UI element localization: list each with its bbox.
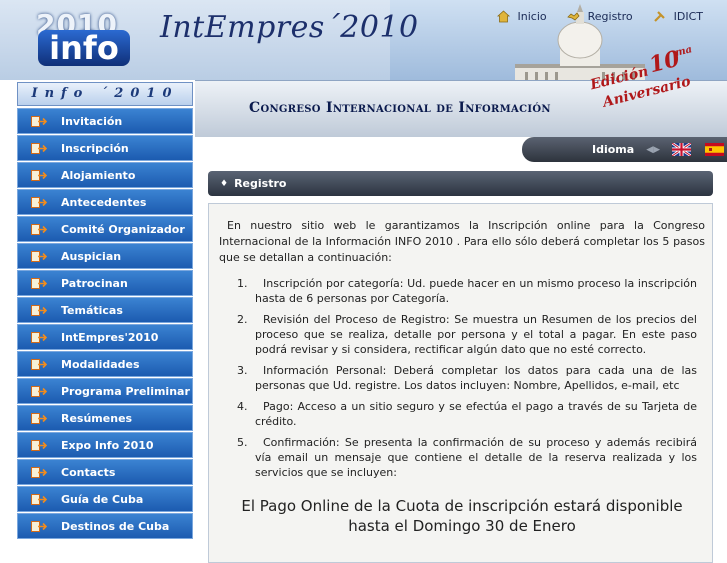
sidebar-item-modalidades[interactable]: Modalidades <box>17 351 193 377</box>
sidebar-item-label: Patrocinan <box>61 276 128 290</box>
spain-flag-icon[interactable] <box>705 143 725 156</box>
arrow-box-icon <box>31 304 47 316</box>
arrow-box-icon <box>31 331 47 343</box>
sidebar-item-intempres[interactable]: IntEmpres'2010 <box>17 324 193 350</box>
nav-home-label: Inicio <box>517 10 547 23</box>
sidebar-item-label: Destinos de Cuba <box>61 519 170 533</box>
sidebar-item-antecedentes[interactable]: Antecedentes <box>17 189 193 215</box>
arrow-box-icon <box>31 385 47 397</box>
sidebar-menu: Invitación Inscripción Alojamiento Antec… <box>17 108 193 540</box>
sidebar-item-patrocinan[interactable]: Patrocinan <box>17 270 193 296</box>
sidebar-item-label: Comité Organizador <box>61 222 185 236</box>
sidebar-item-label: Antecedentes <box>61 195 147 209</box>
sidebar-item-label: Expo Info 2010 <box>61 438 154 452</box>
handshake-icon <box>566 12 580 21</box>
step-text: Revisión del Proceso de Registro: Se mue… <box>255 313 697 356</box>
nav-registro-label: Registro <box>587 10 633 23</box>
sidebar-item-label: IntEmpres'2010 <box>61 330 159 344</box>
sidebar-item-resumenes[interactable]: Resúmenes <box>17 405 193 431</box>
language-separator-icon: ◀▶ <box>646 144 661 155</box>
nav-registro-link[interactable]: Registro <box>566 10 633 23</box>
arrow-box-icon <box>31 142 47 154</box>
congress-banner: Congreso Internacional de Información Ed… <box>195 44 727 137</box>
step-item: 3. Información Personal: Deberá completar… <box>237 363 697 393</box>
step-item: 4. Pago: Acceso a un sitio seguro y se ef… <box>237 399 697 429</box>
sidebar-item-tematicas[interactable]: Temáticas <box>17 297 193 323</box>
sidebar-item-contacts[interactable]: Contacts <box>17 459 193 485</box>
arrow-box-icon <box>31 277 47 289</box>
sidebar-item-label: Alojamiento <box>61 168 136 182</box>
home-icon <box>496 10 510 23</box>
arrow-box-icon <box>31 439 47 451</box>
step-number: 3. <box>237 364 248 377</box>
language-label: Idioma <box>592 143 635 156</box>
nav-idict-link[interactable]: IDICT <box>653 10 703 23</box>
sidebar-item-label: Auspician <box>61 249 122 263</box>
sidebar-item-guia-de-cuba[interactable]: Guía de Cuba <box>17 486 193 512</box>
tools-icon <box>653 11 665 22</box>
registration-steps-list: 1. Inscripción por categoría: Ud. puede h… <box>237 276 697 486</box>
arrow-box-icon <box>31 250 47 262</box>
sidebar-title: Info ´2010 <box>17 82 193 106</box>
info-2010-logo[interactable]: 2010 info <box>30 8 138 66</box>
payment-deadline-notice: El Pago Online de la Cuota de inscripció… <box>241 497 683 535</box>
banner-title: Congreso Internacional de Información <box>249 100 551 116</box>
sidebar-item-label: Guía de Cuba <box>61 492 144 506</box>
step-number: 2. <box>237 313 248 326</box>
step-text: Pago: Acceso a un sitio seguro y se efec… <box>255 400 697 428</box>
sidebar-item-auspician[interactable]: Auspician <box>17 243 193 269</box>
sidebar-item-label: Programa Preliminar <box>61 384 190 398</box>
step-item: 5. Confirmación: Se presenta la confirmac… <box>237 435 697 480</box>
sidebar-item-alojamiento[interactable]: Alojamiento <box>17 162 193 188</box>
sidebar-item-invitacion[interactable]: Invitación <box>17 108 193 134</box>
arrow-box-icon <box>31 412 47 424</box>
sidebar-item-label: Modalidades <box>61 357 140 371</box>
step-item: 1. Inscripción por categoría: Ud. puede h… <box>237 276 697 306</box>
step-text: Inscripción por categoría: Ud. puede hac… <box>255 277 697 305</box>
step-number: 1. <box>237 277 248 290</box>
nav-home-link[interactable]: Inicio <box>496 10 547 23</box>
sidebar-item-expo-info[interactable]: Expo Info 2010 <box>17 432 193 458</box>
step-text: Confirmación: Se presenta la confirmació… <box>255 436 697 479</box>
sidebar-item-label: Resúmenes <box>61 411 133 425</box>
step-number: 4. <box>237 400 248 413</box>
sidebar-item-destinos-de-cuba[interactable]: Destinos de Cuba <box>17 513 193 539</box>
section-header-bar: ♦ Registro <box>208 171 713 196</box>
arrow-box-icon <box>31 169 47 181</box>
arrow-box-icon <box>31 466 47 478</box>
uk-flag-icon[interactable] <box>672 143 692 156</box>
sidebar-item-label: Contacts <box>61 465 116 479</box>
arrow-box-icon <box>31 493 47 505</box>
top-navigation: Inicio Registro IDICT <box>496 10 703 23</box>
sidebar-item-programa-preliminar[interactable]: Programa Preliminar <box>17 378 193 404</box>
bullet-icon: ♦ <box>220 178 229 189</box>
arrow-box-icon <box>31 196 47 208</box>
sidebar-item-label: Inscripción <box>61 141 129 155</box>
step-item: 2. Revisión del Proceso de Registro: Se m… <box>237 312 697 357</box>
badge-ordinal-text: ma <box>674 44 694 59</box>
site-title: IntEmpres´2010 <box>160 10 419 45</box>
sidebar-item-comite-organizador[interactable]: Comité Organizador <box>17 216 193 242</box>
sidebar-item-label: Invitación <box>61 114 123 128</box>
step-number: 5. <box>237 436 248 449</box>
arrow-box-icon <box>31 358 47 370</box>
sidebar-item-label: Temáticas <box>61 303 123 317</box>
arrow-box-icon <box>31 115 47 127</box>
arrow-box-icon <box>31 520 47 532</box>
sidebar-item-inscripcion[interactable]: Inscripción <box>17 135 193 161</box>
nav-idict-label: IDICT <box>673 10 703 23</box>
sidebar: Info ´2010 Invitación Inscripción Alojam… <box>0 80 195 545</box>
step-text: Información Personal: Deberá completar l… <box>255 364 697 392</box>
arrow-box-icon <box>31 223 47 235</box>
intro-paragraph: En nuestro sitio web le garantizamos la … <box>219 219 705 264</box>
section-title: Registro <box>234 177 287 190</box>
registration-content-panel: En nuestro sitio web le garantizamos la … <box>208 203 713 563</box>
language-bar: Idioma ◀▶ <box>522 137 727 162</box>
logo-word-text: info <box>38 30 130 66</box>
